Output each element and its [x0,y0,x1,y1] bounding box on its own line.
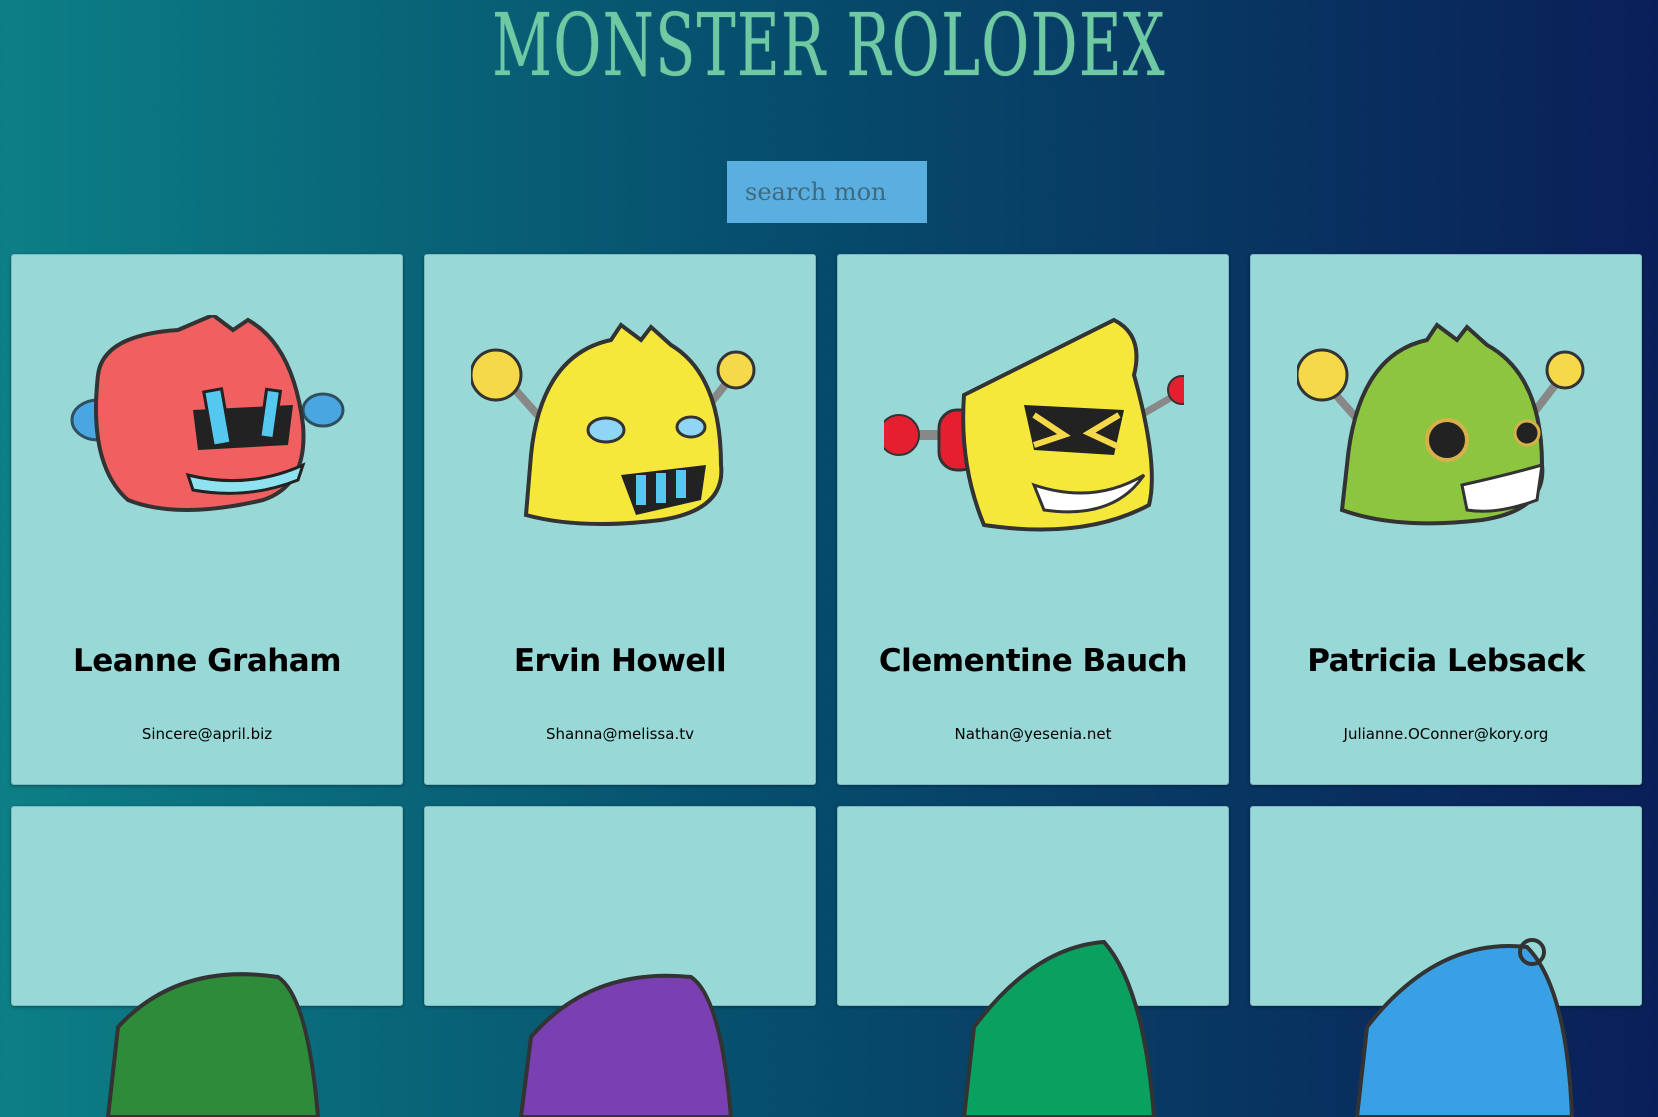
monster-card[interactable] [1250,806,1642,1117]
monster-card[interactable] [837,806,1229,1117]
robot-avatar-image [70,315,345,512]
monster-name: Clementine Bauch [878,643,1188,679]
robot-avatar-image [1354,938,1575,1117]
monster-name: Leanne Graham [72,643,342,679]
robot-avatar-image [105,972,321,1117]
monster-name: Ervin Howell [513,643,727,679]
page-title: MONSTER ROLODEX [492,0,1166,96]
robot-avatar-image [518,973,734,1117]
monster-email: Nathan@yesenia.net [954,725,1112,743]
monster-card[interactable]: Leanne Graham Sincere@april.biz [11,254,403,785]
monster-email: Shanna@melissa.tv [546,725,694,743]
monster-card[interactable]: Clementine Bauch Nathan@yesenia.net [837,254,1229,785]
monster-card[interactable]: Ervin Howell Shanna@melissa.tv [424,254,816,785]
robot-avatar-image [471,322,756,526]
monster-name: Patricia Lebsack [1307,643,1585,679]
robot-avatar-image [884,317,1184,532]
monster-email: Sincere@april.biz [141,725,273,743]
monster-card[interactable] [424,806,816,1117]
monster-card[interactable]: Patricia Lebsack Julianne.OConner@kory.o… [1250,254,1642,785]
monster-card[interactable] [11,806,403,1117]
robot-avatar-image [961,939,1157,1117]
robot-avatar-image [1297,322,1585,526]
monster-email: Julianne.OConner@kory.org [1343,725,1549,743]
search-input[interactable] [727,161,927,223]
